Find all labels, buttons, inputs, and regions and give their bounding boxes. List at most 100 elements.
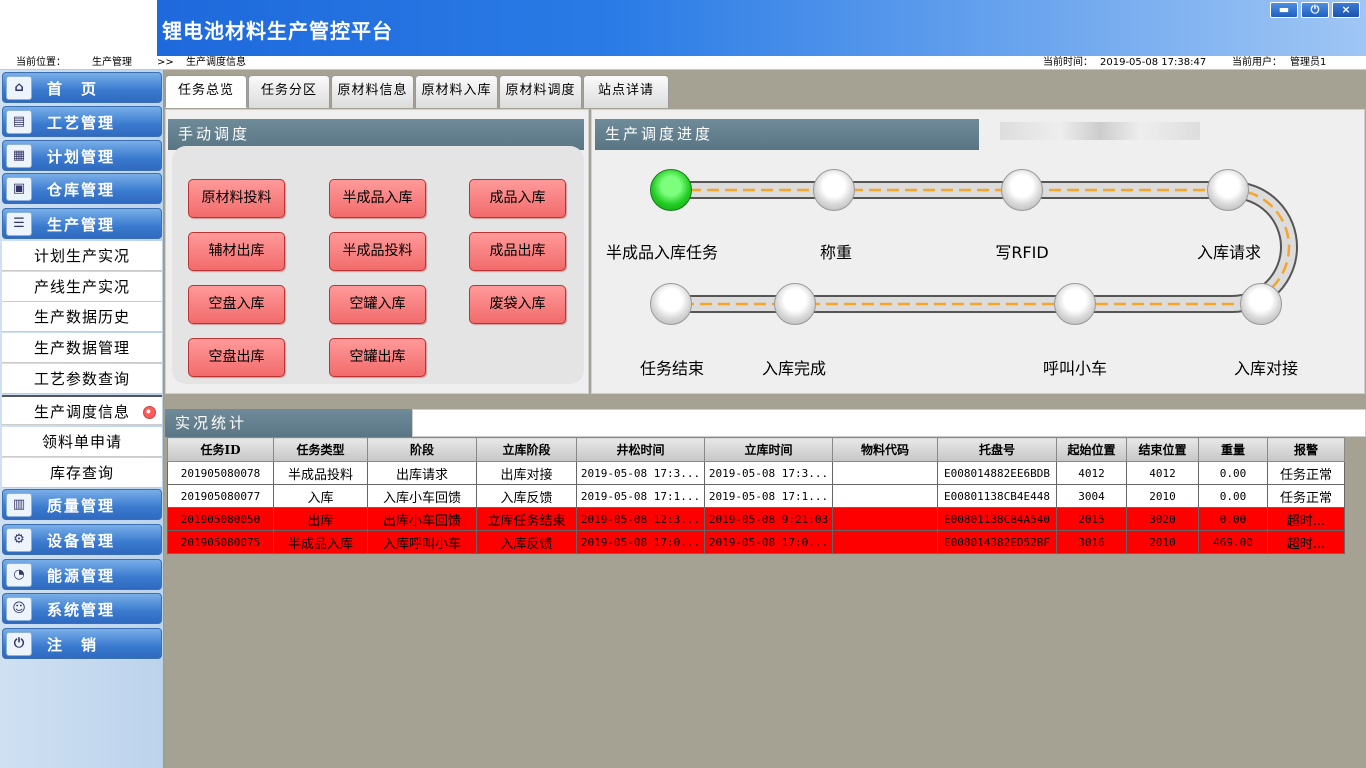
nav-energy[interactable]: ◔ 能源管理: [2, 559, 162, 590]
tab-station-detail[interactable]: 站点详请: [583, 75, 669, 108]
subnav-requisition[interactable]: 领料单申请: [2, 427, 162, 457]
table-cell: 2015: [1056, 507, 1127, 531]
table-cell: E00801138CB4E448: [937, 484, 1057, 508]
stats-table: 任务ID 任务类型 阶段 立库阶段 井松时间 立库时间 物料代码 托盘号 起始位置 结束位置 重量报…: [167, 437, 1345, 554]
column-header[interactable]: 井松时间: [576, 437, 705, 462]
product-out-button[interactable]: 成品出库: [469, 232, 566, 271]
table-cell: E00801138CB4A540: [937, 507, 1057, 531]
station-label: 称重: [819, 243, 853, 262]
stats-title: 实况统计: [165, 409, 412, 437]
tab-raw-material-info[interactable]: 原材料信息: [331, 75, 414, 108]
table-cell: E008014882EE6BDB: [937, 461, 1057, 485]
station-node[interactable]: [813, 169, 855, 211]
table-cell: 立库任务结束: [476, 507, 577, 531]
nav-craft[interactable]: ▤ 工艺管理: [2, 106, 162, 137]
window-controls: ▬ ⏻ ×: [1270, 2, 1360, 18]
station-label: 写RFID: [995, 243, 1049, 262]
admin-icon: ☺: [6, 597, 32, 621]
semi-product-in-button[interactable]: 半成品入库: [329, 179, 426, 218]
nav-system[interactable]: ☺ 系统管理: [2, 593, 162, 624]
empty-tray-out-button[interactable]: 空盘出库: [188, 338, 285, 377]
subnav-param-query[interactable]: 工艺参数查询: [2, 364, 162, 394]
station-node[interactable]: [1207, 169, 1249, 211]
logo: [0, 0, 157, 56]
subnav-data-manage[interactable]: 生产数据管理: [2, 333, 162, 363]
breadcrumb-separator: >>: [157, 57, 174, 68]
column-header[interactable]: 阶段: [367, 437, 477, 462]
table-row[interactable]: 201905080050 出库 出库小车回馈 立库任务结束 2019-05-08 12:…: [167, 507, 1345, 531]
table-cell: [832, 507, 938, 531]
table-cell: 出库对接: [476, 461, 577, 485]
table-cell: 入库反馈: [476, 530, 577, 554]
station-node[interactable]: [774, 283, 816, 325]
column-header[interactable]: 物料代码: [832, 437, 938, 462]
station-node[interactable]: [1001, 169, 1043, 211]
column-header[interactable]: 任务ID: [167, 437, 274, 462]
table-cell: 2019-05-08 12:3...: [576, 507, 705, 531]
tab-raw-material-in[interactable]: 原材料入库: [415, 75, 498, 108]
table-cell: 出库请求: [367, 461, 477, 485]
station-node[interactable]: [650, 283, 692, 325]
subnav-data-history[interactable]: 生产数据历史: [2, 302, 162, 332]
waste-bag-in-button[interactable]: 废袋入库: [469, 285, 566, 324]
table-cell: 入库反馈: [476, 484, 577, 508]
subnav-line-status[interactable]: 产线生产实况: [2, 272, 162, 302]
table-cell: 2010: [1126, 530, 1199, 554]
nav-home[interactable]: ⌂ 首 页: [2, 72, 162, 103]
column-header[interactable]: 重量: [1198, 437, 1268, 462]
column-header[interactable]: 任务类型: [273, 437, 368, 462]
table-row[interactable]: 201905080078 半成品投料 出库请求 出库对接 2019-05-08 17:3…: [167, 461, 1345, 485]
tab-task-overview[interactable]: 任务总览: [165, 75, 247, 108]
empty-can-out-button[interactable]: 空罐出库: [329, 338, 426, 377]
column-header[interactable]: 托盘号: [937, 437, 1057, 462]
table-cell: 0.00: [1198, 484, 1268, 508]
app-title: 锂电池材料生产管控平台: [162, 19, 393, 43]
table-cell: 任务正常: [1267, 484, 1345, 508]
empty-can-in-button[interactable]: 空罐入库: [329, 285, 426, 324]
product-in-button[interactable]: 成品入库: [469, 179, 566, 218]
home-icon: ⌂: [6, 76, 32, 100]
table-row[interactable]: 201905080075 半成品入库 入库呼叫小车 入库反馈 2019-05-08 17…: [167, 530, 1345, 554]
gear-icon: ⚙: [6, 528, 32, 552]
column-header[interactable]: 立库阶段: [476, 437, 577, 462]
subnav-stock-query[interactable]: 库存查询: [2, 458, 162, 488]
subnav-dispatch-info[interactable]: 生产调度信息: [2, 395, 162, 425]
table-cell: 3016: [1056, 530, 1127, 554]
nav-plan[interactable]: ▦ 计划管理: [2, 140, 162, 171]
close-icon: ×: [1341, 3, 1351, 16]
nav-equipment[interactable]: ⚙ 设备管理: [2, 524, 162, 555]
raw-material-feed-button[interactable]: 原材料投料: [188, 179, 285, 218]
tab-task-partition[interactable]: 任务分区: [248, 75, 330, 108]
breadcrumb-production[interactable]: 生产管理: [92, 56, 132, 70]
empty-tray-in-button[interactable]: 空盘入库: [188, 285, 285, 324]
nav-logout[interactable]: ⏻ 注 销: [2, 628, 162, 659]
column-header[interactable]: 结束位置: [1126, 437, 1199, 462]
station-node[interactable]: [650, 169, 692, 211]
nav-quality[interactable]: ▥ 质量管理: [2, 489, 162, 520]
station-node[interactable]: [1240, 283, 1282, 325]
table-row[interactable]: 201905080077 入库 入库小车回馈 入库反馈 2019-05-08 17:1.…: [167, 484, 1345, 508]
minimize-button[interactable]: ▬: [1270, 2, 1298, 18]
chart-icon: ▥: [6, 493, 32, 517]
table-cell: 201905080075: [167, 530, 274, 554]
semi-product-feed-button[interactable]: 半成品投料: [329, 232, 426, 271]
close-button[interactable]: ×: [1332, 2, 1360, 18]
power-icon: ⏻: [6, 632, 32, 656]
nav-warehouse[interactable]: ▣ 仓库管理: [2, 173, 162, 204]
power-button[interactable]: ⏻: [1301, 2, 1329, 18]
column-header[interactable]: 报警: [1267, 437, 1345, 462]
energy-icon: ◔: [6, 563, 32, 587]
active-indicator-icon: [143, 406, 156, 419]
table-cell: E008014382ED52BF: [937, 530, 1057, 554]
document-add-icon: ▦: [6, 144, 32, 168]
aux-material-out-button[interactable]: 辅材出库: [188, 232, 285, 271]
table-cell: 201905080077: [167, 484, 274, 508]
station-node[interactable]: [1054, 283, 1096, 325]
table-cell: 2019-05-08 17:1...: [576, 484, 705, 508]
nav-production[interactable]: ☰ 生产管理: [2, 208, 162, 239]
column-header[interactable]: 立库时间: [704, 437, 833, 462]
column-header[interactable]: 起始位置: [1056, 437, 1127, 462]
tab-raw-material-dispatch[interactable]: 原材料调度: [499, 75, 582, 108]
table-cell: 2019-05-08 17:0...: [704, 530, 833, 554]
subnav-plan-status[interactable]: 计划生产实况: [2, 241, 162, 271]
